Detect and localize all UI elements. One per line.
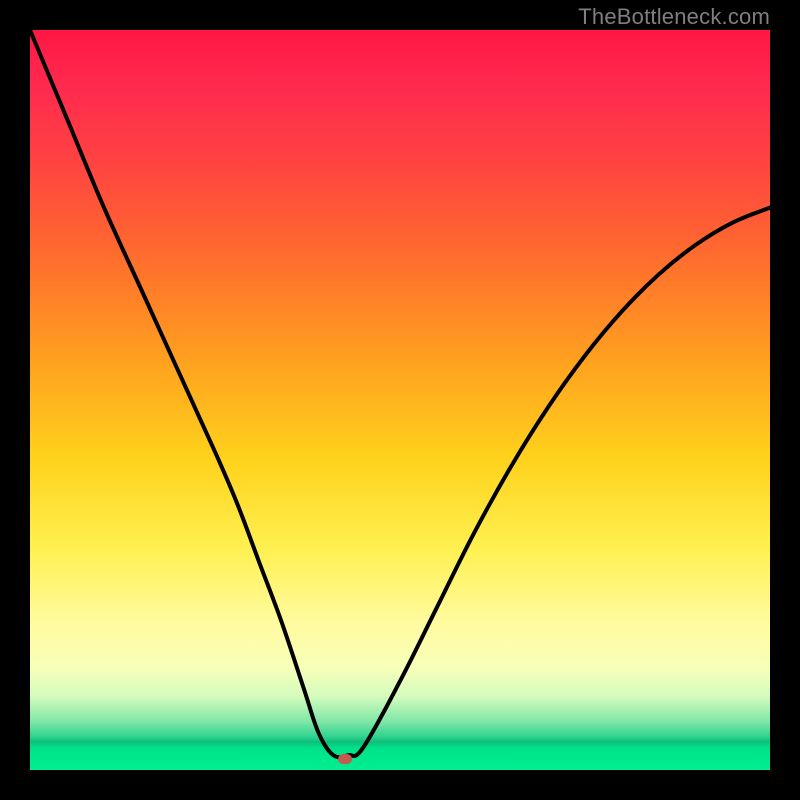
bottleneck-curve: [30, 30, 770, 770]
watermark-text: TheBottleneck.com: [578, 4, 770, 30]
plot-area: [30, 30, 770, 770]
chart-frame: TheBottleneck.com: [0, 0, 800, 800]
minimum-marker: [338, 754, 352, 764]
